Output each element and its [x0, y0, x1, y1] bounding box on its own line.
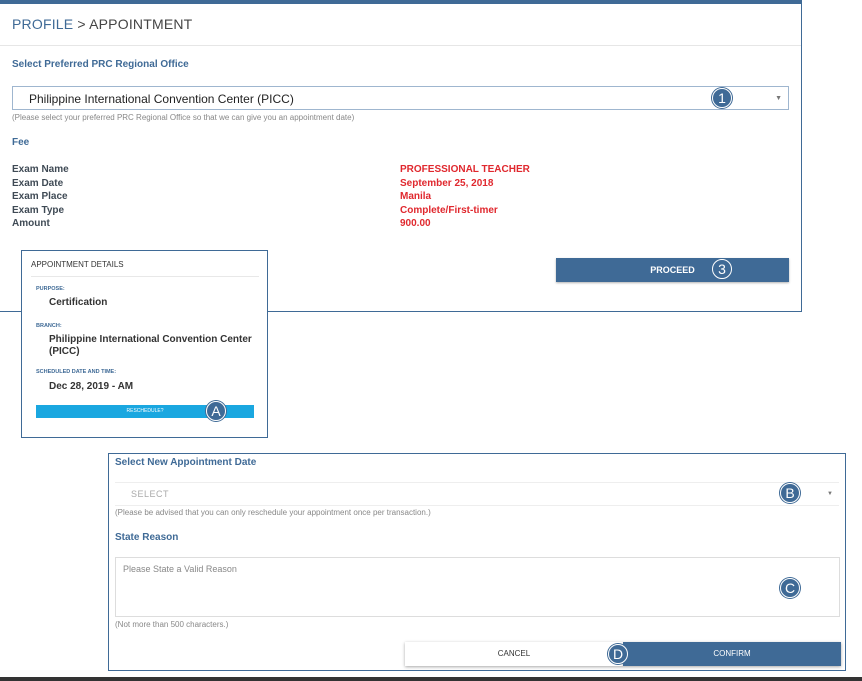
chevron-down-icon: ▼: [827, 491, 833, 497]
confirm-button[interactable]: CONFIRM: [623, 642, 841, 666]
card-divider: [31, 276, 259, 277]
card-title: APPOINTMENT DETAILS: [31, 260, 124, 269]
fee-value-exam-type: Complete/First-timer: [400, 204, 498, 216]
reason-title: State Reason: [115, 532, 179, 543]
reason-textarea[interactable]: Please State a Valid Reason: [115, 557, 840, 617]
chevron-down-icon: ▼: [775, 95, 782, 102]
breadcrumb-current: APPOINTMENT: [89, 16, 193, 32]
reschedule-form-panel: Select New Appointment Date SELECT ▼ (Pl…: [108, 453, 846, 671]
branch-value: Philippine International Convention Cent…: [49, 334, 252, 358]
new-date-title: Select New Appointment Date: [115, 457, 257, 468]
callout-badge-a: A: [206, 401, 226, 421]
fee-labels: Exam Name Exam Date Exam Place Exam Type…: [12, 163, 69, 231]
callout-badge-b: B: [780, 483, 800, 503]
breadcrumb-profile-link[interactable]: PROFILE: [12, 16, 73, 32]
header-divider: [0, 45, 801, 46]
regional-office-value: Philippine International Convention Cent…: [29, 92, 294, 106]
bottom-edge-strip: [0, 677, 862, 681]
callout-badge-3: 3: [712, 259, 732, 279]
cancel-button[interactable]: CANCEL: [405, 642, 623, 666]
fee-values: PROFESSIONAL TEACHER September 25, 2018 …: [400, 163, 530, 231]
new-date-helper: (Please be advised that you can only res…: [115, 508, 431, 517]
fee-label-amount: Amount: [12, 218, 50, 229]
fee-value-exam-name: PROFESSIONAL TEACHER: [400, 164, 530, 175]
reason-helper: (Not more than 500 characters.): [115, 620, 229, 629]
callout-badge-d: D: [608, 644, 628, 664]
fee-value-amount: 900.00: [400, 218, 431, 229]
fee-label-exam-date: Exam Date: [12, 177, 64, 189]
callout-badge-c: C: [780, 578, 800, 598]
office-helper-text: (Please select your preferred PRC Region…: [12, 113, 355, 122]
schedule-value: Dec 28, 2019 - AM: [49, 381, 134, 392]
callout-badge-1: 1: [712, 88, 732, 108]
appointment-details-card: APPOINTMENT DETAILS PURPOSE: Certificati…: [21, 250, 268, 438]
new-date-placeholder: SELECT: [131, 489, 170, 499]
purpose-value: Certification: [49, 297, 108, 308]
purpose-label: PURPOSE:: [36, 286, 65, 292]
branch-value-line1: Philippine International Convention Cent…: [49, 334, 252, 345]
branch-label: BRANCH:: [36, 323, 62, 329]
fee-section-title: Fee: [12, 137, 30, 148]
proceed-button[interactable]: PROCEED: [556, 258, 789, 282]
branch-value-line2: (PICC): [49, 346, 80, 357]
fee-value-exam-place: Manila: [400, 191, 432, 202]
schedule-label: SCHEDULED DATE AND TIME:: [36, 369, 117, 375]
top-accent-bar: [0, 0, 802, 4]
fee-value-exam-date: September 25, 2018: [400, 177, 494, 189]
breadcrumb-separator: >: [73, 16, 90, 32]
breadcrumb: PROFILE > APPOINTMENT: [12, 16, 192, 32]
fee-label-exam-name: Exam Name: [12, 164, 69, 175]
office-section-title: Select Preferred PRC Regional Office: [12, 59, 189, 70]
regional-office-select[interactable]: Philippine International Convention Cent…: [12, 86, 789, 110]
fee-label-exam-place: Exam Place: [12, 191, 68, 202]
fee-label-exam-type: Exam Type: [12, 204, 65, 216]
new-date-select[interactable]: SELECT ▼: [115, 482, 839, 506]
reason-placeholder: Please State a Valid Reason: [123, 564, 237, 574]
